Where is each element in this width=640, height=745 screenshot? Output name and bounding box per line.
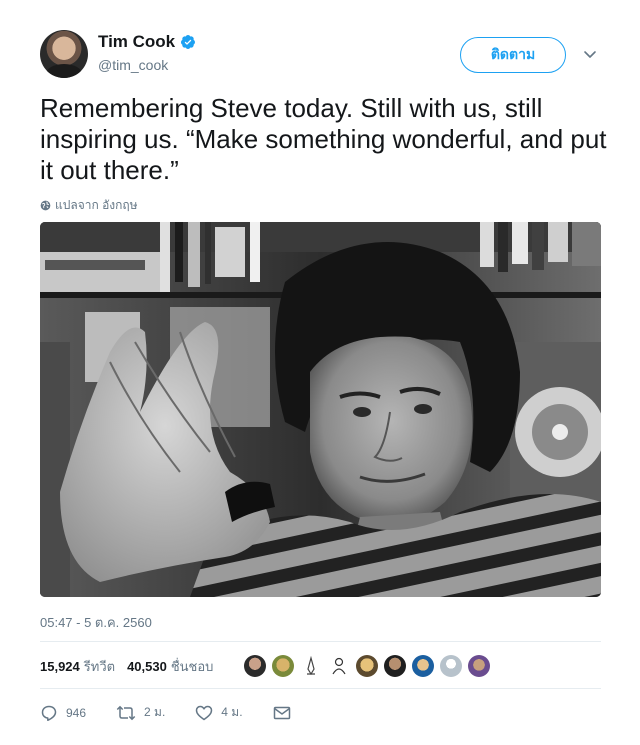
photo-image: [40, 222, 601, 597]
name-row: Tim Cook: [98, 32, 196, 52]
divider: [40, 688, 601, 689]
liker-avatar[interactable]: [272, 655, 294, 677]
retweet-action[interactable]: 2 ม.: [116, 703, 165, 722]
retweet-count: 2 ม.: [144, 705, 166, 719]
translate-link[interactable]: แปลจาก อังกฤษ: [40, 196, 138, 215]
tweet-header: Tim Cook @tim_cook ติดตาม: [40, 30, 606, 82]
liker-avatar[interactable]: [412, 655, 434, 677]
retweet-icon: [116, 705, 136, 720]
reply-icon: [41, 705, 57, 721]
divider: [40, 641, 601, 642]
reply-count: 946: [66, 705, 87, 720]
tweet-actions: 946 2 ม. 4 ม.: [40, 703, 329, 722]
envelope-icon: [273, 706, 290, 719]
tweet-timestamp[interactable]: 05:47 - 5 ต.ค. 2560: [40, 612, 152, 633]
tweet-text: Remembering Steve today. Still with us, …: [40, 93, 607, 185]
liker-avatar[interactable]: [356, 655, 378, 677]
follow-button[interactable]: ติดตาม: [460, 37, 566, 73]
tweet-photo[interactable]: [40, 222, 601, 597]
retweets-label: รีทวีต: [83, 658, 116, 674]
likes-count: 40,530: [127, 658, 167, 674]
retweets-count: 15,924: [40, 658, 80, 674]
chevron-down-icon[interactable]: [580, 44, 600, 64]
liker-avatar[interactable]: [440, 655, 462, 677]
liker-avatar[interactable]: [468, 655, 490, 677]
like-action[interactable]: 4 ม.: [195, 703, 243, 722]
globe-icon: [40, 200, 51, 211]
liker-avatar[interactable]: [384, 655, 406, 677]
likes-stat[interactable]: 40,530 ชื่นชอบ: [127, 656, 213, 677]
likes-label: ชื่นชอบ: [170, 658, 214, 674]
retweets-stat[interactable]: 15,924 รีทวีต: [40, 656, 115, 677]
heart-icon: [196, 705, 213, 720]
liker-avatar[interactable]: [300, 655, 322, 677]
tweet-stats: 15,924 รีทวีต 40,530 ชื่นชอบ: [40, 656, 225, 676]
like-count: 4 ม.: [221, 705, 243, 719]
translate-label[interactable]: แปลจาก อังกฤษ: [55, 196, 138, 215]
direct-message-action[interactable]: [273, 705, 299, 721]
verified-badge-icon: [181, 35, 196, 49]
display-name[interactable]: Tim Cook: [98, 32, 175, 52]
reply-action[interactable]: 946: [40, 704, 86, 722]
liker-avatar[interactable]: [328, 655, 350, 677]
liker-avatars: [244, 655, 496, 677]
user-handle[interactable]: @tim_cook: [98, 57, 168, 73]
avatar[interactable]: [40, 30, 88, 78]
liker-avatar[interactable]: [244, 655, 266, 677]
